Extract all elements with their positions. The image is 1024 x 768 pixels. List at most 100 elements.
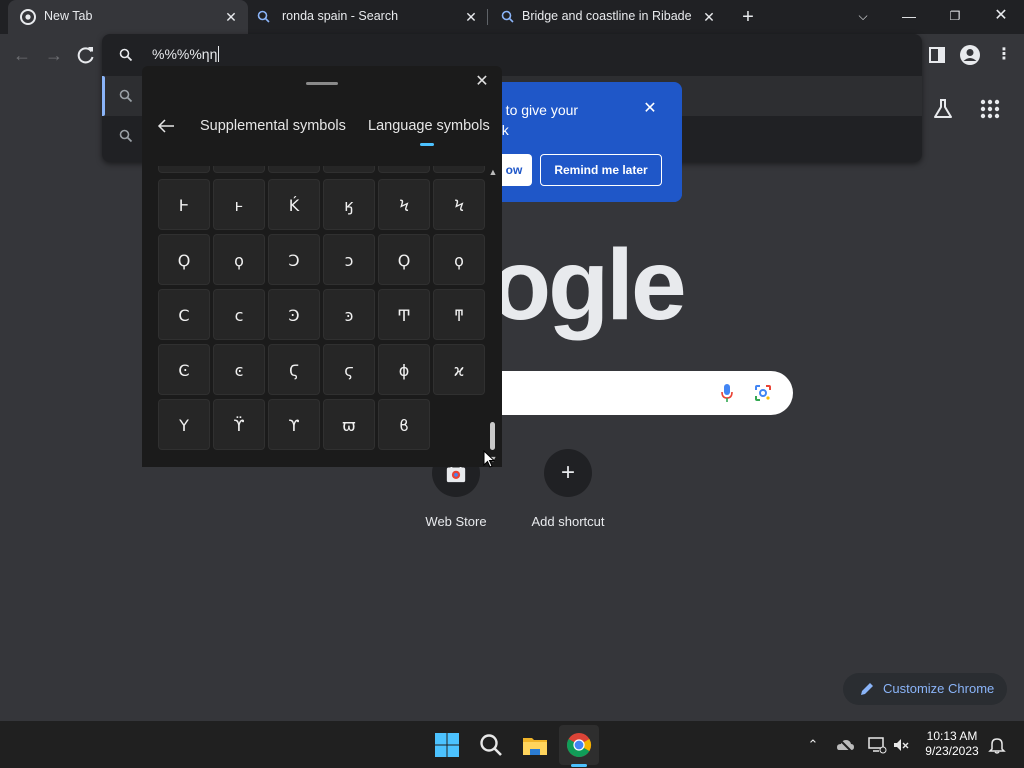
new-tab-button[interactable]: + [738,7,758,27]
symbol-cell[interactable]: ϕ [378,344,430,395]
remind-me-later-button[interactable]: Remind me later [540,154,662,186]
symbol-cell[interactable]: ͼ [213,344,265,395]
symbol-cell[interactable]: Ϙ [158,234,210,285]
symbol-cell[interactable] [378,166,430,173]
voice-search-icon[interactable] [720,383,734,403]
scrollbar-thumb[interactable] [490,422,495,450]
active-tab-indicator [420,143,434,146]
symbol-cell[interactable] [268,166,320,173]
taskbar: ⌃ 10:13 AM 9/23/2023 [0,721,1024,768]
shortcut-label: Add shortcut [531,514,605,529]
symbol-cell[interactable]: ϐ [378,399,430,450]
side-panel-icon[interactable] [929,47,945,63]
tab-title: New Tab [44,9,93,23]
symbol-cell[interactable] [433,166,485,173]
symbol-cell[interactable]: Ϛ [268,344,320,395]
symbol-cell[interactable]: ϙ [433,234,485,285]
customize-chrome-button[interactable]: Customize Chrome [843,673,1007,705]
symbol-cell[interactable]: ϖ [323,399,375,450]
forward-button[interactable]: → [42,43,66,67]
symbol-cell[interactable]: ͳ [433,289,485,340]
chrome-icon[interactable] [565,731,593,759]
symbol-cell[interactable]: ӄ [323,179,375,230]
tab-supplemental-symbols[interactable]: Supplemental symbols [200,118,346,134]
search-icon [119,48,133,62]
customize-chrome-label: Customize Chrome [883,681,995,696]
symbol-cell[interactable]: Ͻ [268,234,320,285]
clock-time: 10:13 AM [926,729,978,743]
close-tab-icon[interactable]: ✕ [700,8,718,26]
symbol-cell[interactable]: Ḱ [268,179,320,230]
google-lens-icon[interactable] [754,384,772,402]
search-icon[interactable] [477,731,505,759]
labs-flask-icon[interactable] [931,97,955,121]
tab-title: Bridge and coastline in Ribadeo, [522,9,692,23]
windows-start-icon[interactable] [433,731,461,759]
google-logo: ogle [490,229,687,341]
minimize-button[interactable]: — [886,0,932,34]
search-box[interactable] [494,371,793,415]
symbol-cell[interactable]: ϰ [433,344,485,395]
symbol-cell[interactable]: ϔ [213,399,265,450]
chrome-icon [20,9,36,25]
close-window-button[interactable]: ✕ [978,0,1024,34]
show-hidden-icons-chevron-icon[interactable]: ⌃ [803,735,823,755]
tab-title: ronda spain - Search [282,9,399,23]
scroll-up-arrow-icon[interactable]: ▲ [488,167,498,177]
symbol-cell[interactable]: Ϟ [433,179,485,230]
reload-icon[interactable] [76,45,96,65]
tab-language-symbols[interactable]: Language symbols [368,118,490,134]
symbol-cell[interactable]: Ͱ [158,179,210,230]
promo-close-icon[interactable]: ✕ [641,100,659,118]
symbol-cell[interactable]: ϛ [323,344,375,395]
selection-indicator [102,76,105,116]
symbol-picker-panel: ✕ Supplemental symbols Language symbols … [142,66,502,467]
symbol-cell[interactable]: Ͽ [268,289,320,340]
close-tab-icon[interactable]: ✕ [222,8,240,26]
close-tab-icon[interactable]: ✕ [462,8,480,26]
tab-strip: New Tab ✕ ronda spain - Search ✕ Bridge … [0,0,1024,34]
file-explorer-icon[interactable] [521,731,549,759]
profile-avatar-icon[interactable] [959,44,981,66]
address-input[interactable]: %%%%ηη [152,46,220,62]
panel-close-icon[interactable]: ✕ [473,73,491,91]
tab-ronda-spain[interactable]: ronda spain - Search ✕ [248,0,488,34]
symbol-cell[interactable]: ϲ [213,289,265,340]
symbol-cell[interactable] [213,166,265,173]
tab-bridge-coastline[interactable]: Bridge and coastline in Ribadeo, ✕ [488,0,728,34]
address-input-value: %%%%ηη [152,46,218,62]
drag-handle[interactable] [306,82,338,85]
menu-kebab-icon[interactable]: ⋮ [996,43,1012,67]
symbol-cell[interactable]: ͽ [323,289,375,340]
symbol-cell[interactable]: Υ [158,399,210,450]
shortcut-add[interactable]: + Add shortcut [518,449,618,529]
onedrive-cloud-icon[interactable] [835,735,855,755]
search-icon [257,10,270,23]
promo-card-overlay: e to give your ok ✕ ow Remind me later [486,82,682,202]
mouse-pointer-icon [483,450,495,468]
symbol-cell[interactable] [158,166,210,173]
clock[interactable]: 10:13 AM 9/23/2023 [916,729,988,759]
symbol-cell[interactable]: ͻ [323,234,375,285]
back-button[interactable]: ← [10,43,34,67]
search-icon [501,10,514,23]
symbol-cell[interactable]: Ͼ [158,344,210,395]
symbol-cell[interactable]: ϙ [213,234,265,285]
volume-muted-icon[interactable] [891,735,911,755]
tab-new-tab[interactable]: New Tab ✕ [8,0,248,34]
symbol-cell[interactable]: Ϟ [378,179,430,230]
promo-text-line: ok [494,120,636,140]
restore-button[interactable]: ❐ [932,0,978,34]
back-arrow-icon[interactable] [156,116,176,136]
symbol-cell[interactable] [323,166,375,173]
symbol-cell[interactable]: ͱ [213,179,265,230]
tab-search-button[interactable]: ⌵ [840,0,886,34]
notification-bell-icon[interactable] [987,735,1007,755]
symbol-cell[interactable]: ϒ [268,399,320,450]
symbol-cell[interactable]: Ϲ [158,289,210,340]
apps-grid-icon[interactable] [980,99,1000,119]
symbol-cell[interactable]: Ϙ [378,234,430,285]
network-icon[interactable] [867,735,887,755]
screen: New Tab ✕ ronda spain - Search ✕ Bridge … [0,0,1024,768]
symbol-cell[interactable]: Ͳ [378,289,430,340]
